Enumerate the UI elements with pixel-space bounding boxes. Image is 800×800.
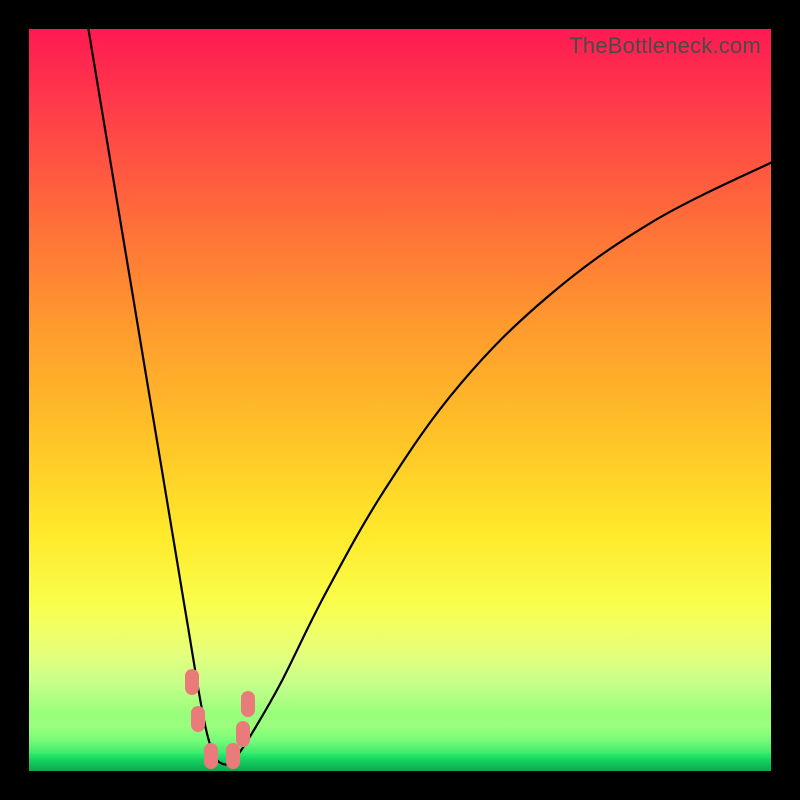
marker-left-upper xyxy=(185,669,199,695)
bottleneck-curve xyxy=(29,29,771,771)
marker-trough-right xyxy=(226,743,240,769)
marker-right-lower xyxy=(236,721,250,747)
watermark-text: TheBottleneck.com xyxy=(569,33,761,59)
marker-left-lower xyxy=(191,706,205,732)
chart-area: TheBottleneck.com xyxy=(29,29,771,771)
marker-right-upper xyxy=(241,691,255,717)
marker-trough-left xyxy=(204,743,218,769)
